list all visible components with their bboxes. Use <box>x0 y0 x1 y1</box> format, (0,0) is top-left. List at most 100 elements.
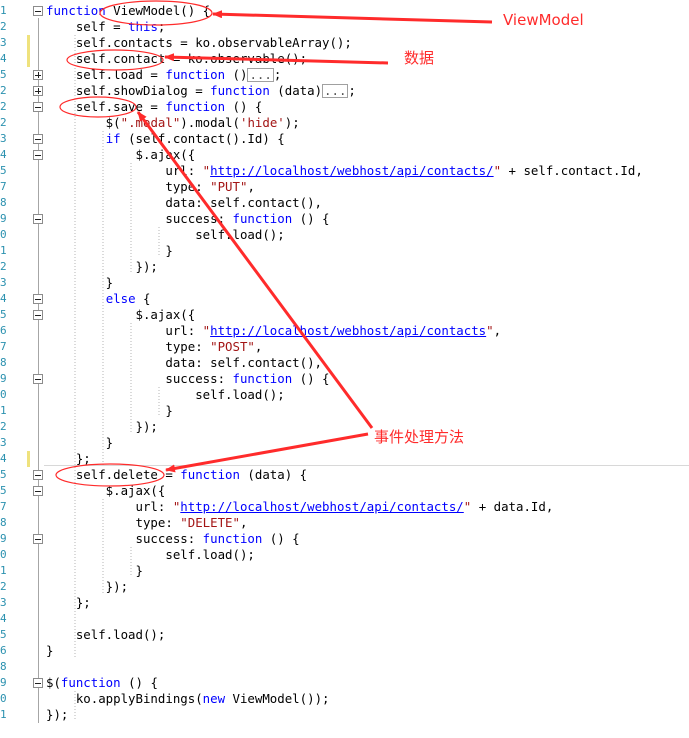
code-text: function ViewModel() { <box>46 3 211 18</box>
code-line[interactable]: 6} <box>0 643 689 659</box>
line-number: 1 <box>0 404 7 417</box>
collapse-icon[interactable] <box>33 134 43 144</box>
code-line[interactable]: 2 $(".modal").modal('hide'); <box>0 115 689 131</box>
code-line[interactable]: 7 url: "http://localhost/webhost/api/con… <box>0 499 689 515</box>
code-line[interactable]: 2 self = this; <box>0 19 689 35</box>
code-line[interactable]: 0 self.load(); <box>0 387 689 403</box>
code-text: } <box>46 403 173 418</box>
code-line[interactable]: 9 $(function () { <box>0 675 689 691</box>
line-number: 8 <box>0 660 7 673</box>
code-text: success: function () { <box>46 211 330 226</box>
code-text: }); <box>46 707 69 722</box>
line-number: 7 <box>0 180 7 193</box>
code-line[interactable]: 9 success: function () { <box>0 531 689 547</box>
line-number: 3 <box>0 276 7 289</box>
code-line[interactable]: 1 } <box>0 403 689 419</box>
line-number: 7 <box>0 500 7 513</box>
code-line[interactable]: 4 else { <box>0 291 689 307</box>
code-editor[interactable]: 1 function ViewModel() {2 self = this; 3 s… <box>0 0 689 738</box>
line-number: 5 <box>0 164 7 177</box>
line-number: 3 <box>0 36 7 49</box>
code-line[interactable]: 3 } <box>0 435 689 451</box>
collapse-icon[interactable] <box>33 214 43 224</box>
line-number: 6 <box>0 644 7 657</box>
line-number: 2 <box>0 420 7 433</box>
code-text: self.load(); <box>46 227 285 242</box>
code-text: self.showDialog = function (data)...; <box>46 83 356 98</box>
code-text: ko.applyBindings(new ViewModel()); <box>46 691 330 706</box>
code-text: self.save = function () { <box>46 99 263 114</box>
code-line[interactable]: 1 function ViewModel() { <box>0 3 689 19</box>
collapse-icon[interactable] <box>33 486 43 496</box>
code-line[interactable]: 3 self.contacts = ko.observableArray(); <box>0 35 689 51</box>
expand-icon[interactable] <box>33 86 43 96</box>
line-number: 1 <box>0 708 7 721</box>
collapse-icon[interactable] <box>33 470 43 480</box>
code-line[interactable]: 4 }; <box>0 451 689 467</box>
code-line[interactable]: 9 success: function () { <box>0 211 689 227</box>
code-line[interactable]: 7 type: "PUT", <box>0 179 689 195</box>
line-number: 5 <box>0 68 7 81</box>
code-line[interactable]: 5 url: "http://localhost/webhost/api/con… <box>0 163 689 179</box>
collapse-icon[interactable] <box>33 102 43 112</box>
code-line[interactable]: 1}); <box>0 707 689 723</box>
code-text: data: self.contact(), <box>46 195 323 210</box>
line-number: 5 <box>0 484 7 497</box>
code-line[interactable]: 3 if (self.contact().Id) { <box>0 131 689 147</box>
code-text: self.load(); <box>46 387 285 402</box>
expand-icon[interactable] <box>33 70 43 80</box>
line-number: 4 <box>0 52 7 65</box>
code-text: $(".modal").modal('hide'); <box>46 115 300 130</box>
code-line[interactable]: 3 }; <box>0 595 689 611</box>
code-line[interactable]: 4 <box>0 611 689 627</box>
code-line[interactable]: 4 self.contact = ko.observable(); <box>0 51 689 67</box>
collapse-icon[interactable] <box>33 534 43 544</box>
line-number: 2 <box>0 580 7 593</box>
line-number: 8 <box>0 516 7 529</box>
code-line[interactable]: 2 }); <box>0 579 689 595</box>
code-line[interactable]: 8 <box>0 659 689 675</box>
code-line[interactable]: 1 } <box>0 563 689 579</box>
code-line[interactable]: 6 url: "http://localhost/webhost/api/con… <box>0 323 689 339</box>
code-line[interactable]: 7 type: "POST", <box>0 339 689 355</box>
collapse-icon[interactable] <box>33 6 43 16</box>
code-line[interactable]: 2 self.showDialog = function (data)...; <box>0 83 689 99</box>
collapse-icon[interactable] <box>33 678 43 688</box>
code-line[interactable]: 5 self.delete = function (data) { <box>0 467 689 483</box>
code-line[interactable]: 2 self.save = function () { <box>0 99 689 115</box>
code-line[interactable]: 9 success: function () { <box>0 371 689 387</box>
code-line[interactable]: 5 self.load = function ()...; <box>0 67 689 83</box>
code-line[interactable]: 5 self.load(); <box>0 627 689 643</box>
change-marker <box>27 35 30 51</box>
collapse-icon[interactable] <box>33 374 43 384</box>
code-line[interactable]: 0 ko.applyBindings(new ViewModel()); <box>0 691 689 707</box>
code-line[interactable]: 5 $.ajax({ <box>0 483 689 499</box>
collapse-icon[interactable] <box>33 150 43 160</box>
code-text: $(function () { <box>46 675 158 690</box>
code-text: }; <box>46 595 91 610</box>
code-line[interactable]: 8 data: self.contact(), <box>0 195 689 211</box>
code-line[interactable]: 3 } <box>0 275 689 291</box>
code-text: else { <box>105 291 151 306</box>
code-text: } <box>46 243 173 258</box>
code-line[interactable]: 0 self.load(); <box>0 547 689 563</box>
code-text: } <box>46 435 114 450</box>
line-number: 9 <box>0 676 7 689</box>
code-line[interactable]: 8 type: "DELETE", <box>0 515 689 531</box>
code-text: type: "POST", <box>46 339 263 354</box>
code-text: $.ajax({ <box>46 307 196 322</box>
collapse-icon[interactable] <box>33 310 43 320</box>
line-number: 4 <box>0 612 7 625</box>
code-line[interactable]: 0 self.load(); <box>0 227 689 243</box>
code-text: }); <box>46 579 129 594</box>
data-annotation-label: 数据 <box>404 49 435 67</box>
code-line[interactable]: 8 data: self.contact(), <box>0 355 689 371</box>
code-line[interactable]: 2 }); <box>0 419 689 435</box>
code-line[interactable]: 5 $.ajax({ <box>0 307 689 323</box>
line-number: 5 <box>0 468 7 481</box>
collapse-icon[interactable] <box>33 294 43 304</box>
code-line[interactable]: 2 }); <box>0 259 689 275</box>
code-line[interactable]: 4 $.ajax({ <box>0 147 689 163</box>
line-number: 8 <box>0 196 7 209</box>
code-line[interactable]: 1 } <box>0 243 689 259</box>
